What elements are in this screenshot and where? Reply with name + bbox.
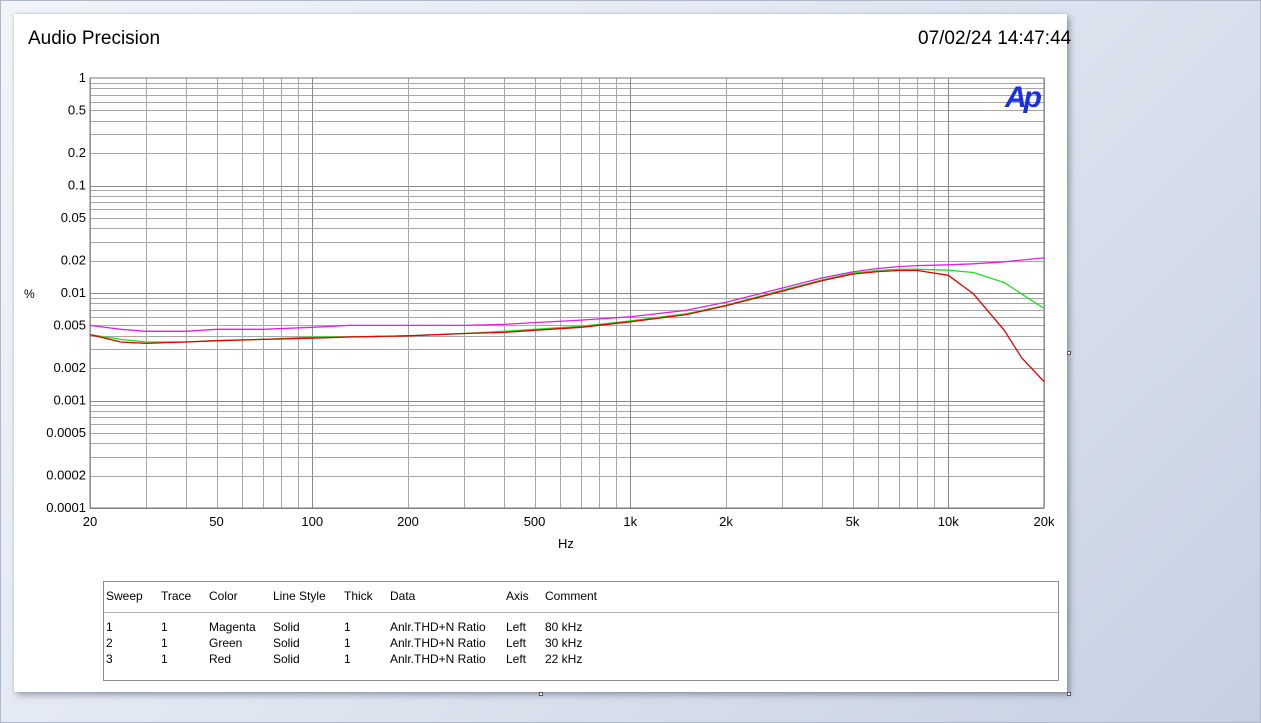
legend-cell: Left xyxy=(506,620,527,634)
y-tick-label: 0.01 xyxy=(61,285,86,300)
y-tick-labels: 1 0.5 0.2 0.1 0.05 0.02 0.01 0.005 0.002 0.001 0.0… xyxy=(46,70,86,515)
y-tick-label: 0.0002 xyxy=(46,468,86,483)
legend-cell: Anlr.THD+N Ratio xyxy=(390,636,486,650)
legend-header-cell: Sweep xyxy=(106,589,143,603)
x-tick-label: 20k xyxy=(1034,514,1055,529)
legend-divider xyxy=(104,612,1058,613)
resize-handle-bottom[interactable] xyxy=(539,692,543,696)
legend-cell: 80 kHz xyxy=(545,620,583,634)
x-tick-label: 5k xyxy=(846,514,860,529)
x-axis-label: Hz xyxy=(558,536,574,551)
legend-cell: 1 xyxy=(344,652,351,666)
ap-logo: Ap xyxy=(1004,81,1042,114)
series-layer xyxy=(89,257,1045,383)
legend-cell: Left xyxy=(506,652,527,666)
y-tick-label: 0.2 xyxy=(68,145,86,160)
x-tick-label: 1k xyxy=(623,514,637,529)
y-tick-label: 0.005 xyxy=(53,317,86,332)
y-tick-label: 0.1 xyxy=(68,178,86,193)
x-tick-label: 100 xyxy=(301,514,323,529)
y-axis-label: % xyxy=(24,287,35,301)
x-tick-label: 10k xyxy=(938,514,959,529)
x-tick-label: 500 xyxy=(524,514,546,529)
legend-cell: Solid xyxy=(273,652,300,666)
legend-header-cell: Color xyxy=(209,589,238,603)
legend-cell: Anlr.THD+N Ratio xyxy=(390,620,486,634)
legend-cell: Solid xyxy=(273,636,300,650)
y-tick-label: 0.001 xyxy=(53,393,86,408)
legend-cell: Left xyxy=(506,636,527,650)
resize-handle-right[interactable] xyxy=(1067,351,1071,355)
legend-cell: 1 xyxy=(161,636,168,650)
y-tick-label: 1 xyxy=(79,70,86,85)
legend-cell: 22 kHz xyxy=(545,652,583,666)
legend-table: Sweep Trace Color Line Style Thick Data Axis Co… xyxy=(103,581,1059,681)
legend-header-cell: Comment xyxy=(545,589,598,603)
y-tick-label: 0.0005 xyxy=(46,425,86,440)
y-tick-label: 0.0001 xyxy=(46,500,86,515)
legend-header-cell: Axis xyxy=(506,589,529,603)
x-tick-label: 20 xyxy=(83,514,97,529)
legend-cell: 1 xyxy=(161,620,168,634)
x-tick-labels: 20 50 100 200 500 1k 2k 5k 10k 20k xyxy=(83,514,1055,529)
x-tick-label: 50 xyxy=(209,514,223,529)
y-tick-label: 0.02 xyxy=(61,253,86,268)
y-tick-label: 0.002 xyxy=(53,360,86,375)
thd-n-chart: 1 0.5 0.2 0.1 0.05 0.02 0.01 0.005 0.002 0.001 0.0… xyxy=(24,70,1055,551)
resize-handle-corner[interactable] xyxy=(1067,692,1071,696)
legend-cell: 30 kHz xyxy=(545,636,583,650)
legend-cell: Solid xyxy=(273,620,300,634)
legend-cell: 1 xyxy=(161,652,168,666)
series-red xyxy=(89,269,1045,383)
legend-header-cell: Data xyxy=(390,589,416,603)
x-tick-label: 2k xyxy=(719,514,733,529)
x-tick-label: 200 xyxy=(397,514,419,529)
legend-header-cell: Trace xyxy=(161,589,192,603)
legend-header-cell: Thick xyxy=(344,589,373,603)
legend-header-cell: Line Style xyxy=(273,589,326,603)
legend-cell: Magenta xyxy=(209,620,256,634)
legend-cell: Anlr.THD+N Ratio xyxy=(390,652,486,666)
report-page: Audio Precision 07/02/24 14:47:44 1 0.5 0.… xyxy=(14,14,1071,692)
legend-cell: Red xyxy=(209,652,232,666)
legend-cell: 2 xyxy=(106,636,113,650)
legend-cell: 1 xyxy=(344,636,351,650)
legend-cell: Green xyxy=(209,636,243,650)
legend-cell: 1 xyxy=(106,620,113,634)
y-tick-label: 0.5 xyxy=(68,102,86,117)
series-green xyxy=(89,268,1045,343)
y-tick-label: 0.05 xyxy=(61,210,86,225)
legend-cell: 3 xyxy=(106,652,113,666)
legend-cell: 1 xyxy=(344,620,351,634)
